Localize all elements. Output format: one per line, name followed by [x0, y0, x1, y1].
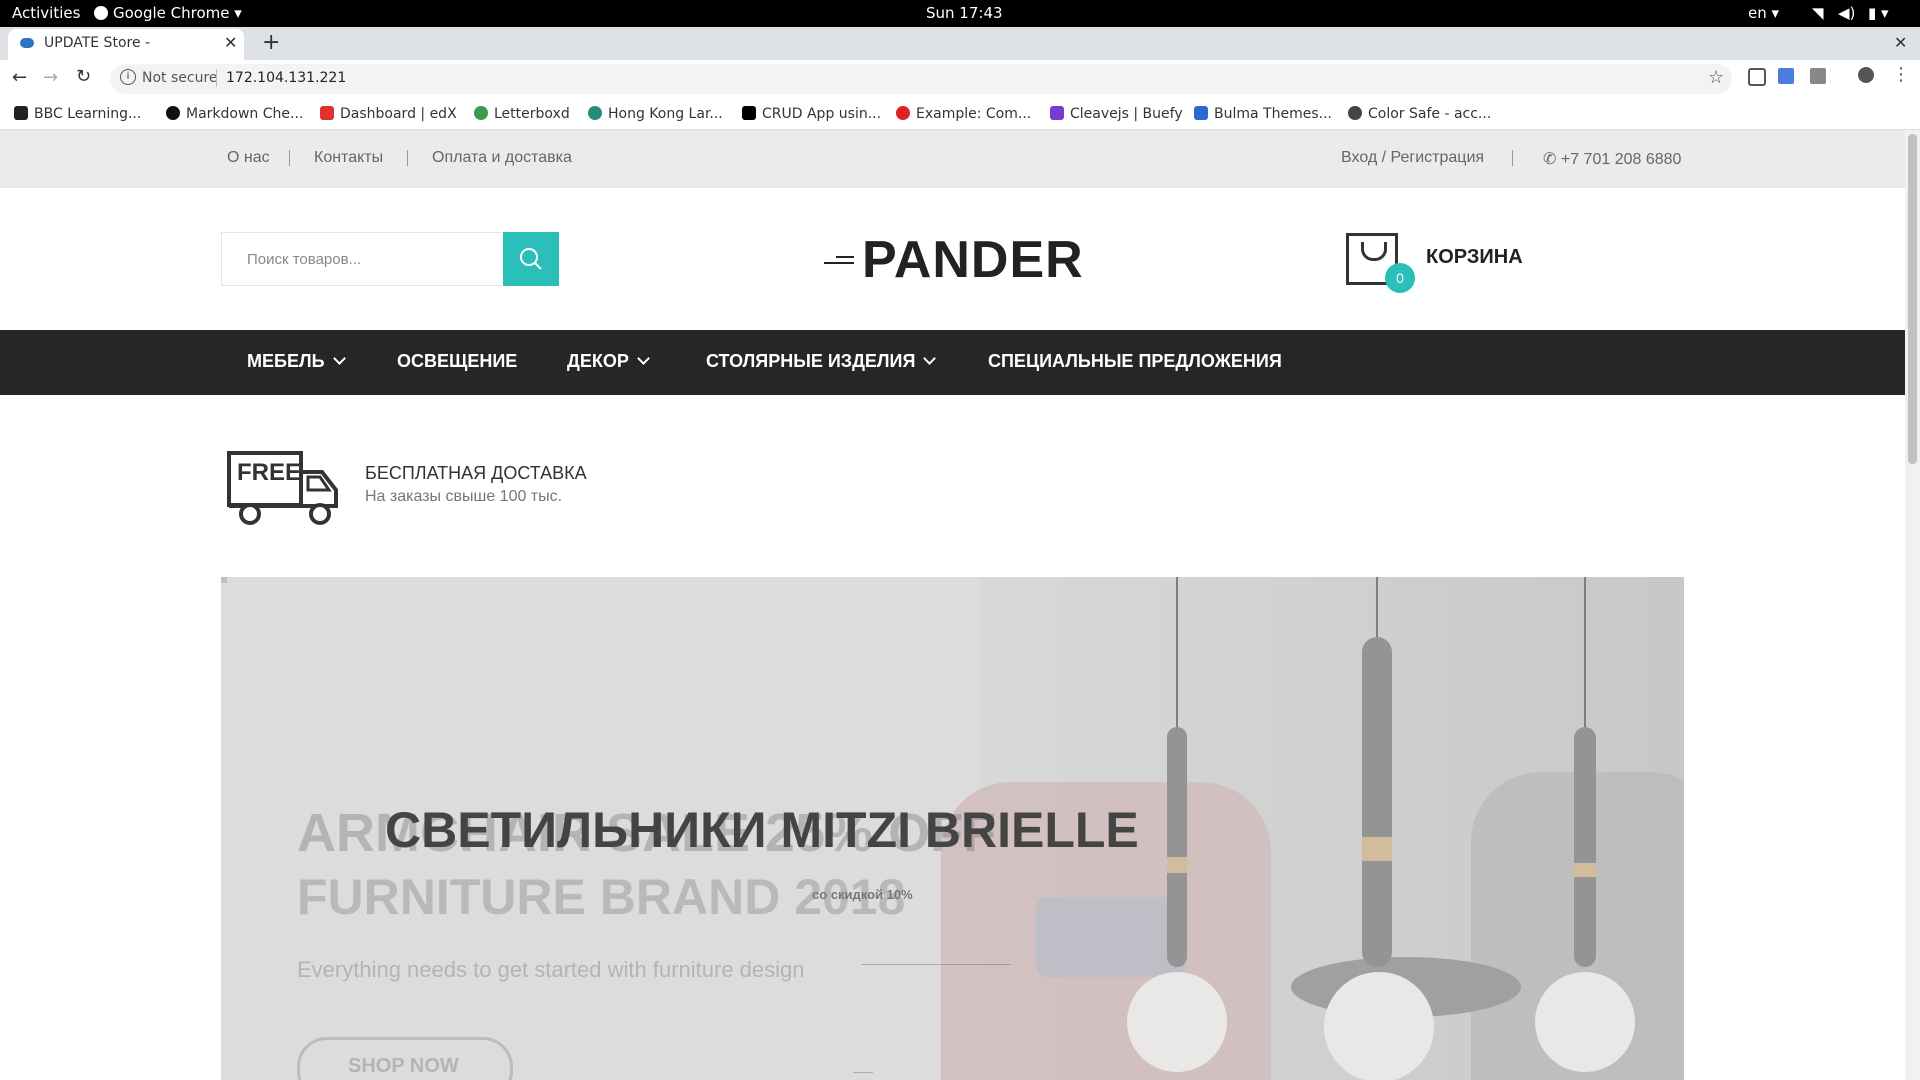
promo-subtitle: На заказы свыше 100 тыс. — [365, 488, 563, 505]
window-close-icon[interactable]: ✕ — [1894, 33, 1907, 52]
search-button[interactable] — [503, 232, 559, 286]
shop-now-label: SHOP NOW — [348, 1055, 459, 1077]
bbc-icon — [14, 106, 28, 120]
bookmarks-bar: BBC Learning... Markdown Che... Dashboar… — [0, 99, 1920, 130]
app-menu[interactable]: Google Chrome ▾ — [94, 4, 242, 22]
nav-item-joinery[interactable]: СТОЛЯРНЫЕ ИЗДЕЛИЯ — [706, 351, 937, 372]
chevron-down-icon — [923, 352, 937, 365]
bookmark-item[interactable]: Markdown Che... — [166, 106, 303, 122]
bookmark-item[interactable]: Dashboard | edX — [320, 106, 457, 122]
phone-icon: ✆ — [1543, 151, 1557, 168]
scrollbar-thumb[interactable] — [1908, 134, 1917, 464]
contacts-link[interactable]: Контакты — [314, 149, 383, 167]
cart-count-badge: 0 — [1385, 263, 1415, 293]
bookmark-item[interactable]: BBC Learning... — [14, 106, 141, 122]
site-favicon-icon — [20, 38, 34, 48]
tab-close-icon[interactable]: ✕ — [224, 33, 237, 52]
volume-icon[interactable]: ◀) — [1838, 4, 1855, 22]
chevron-down-icon — [636, 352, 650, 365]
bookmark-item[interactable]: Hong Kong Lar... — [588, 106, 723, 122]
chrome-icon — [94, 6, 108, 20]
hero-line — [861, 964, 1011, 965]
hero-line — [853, 1072, 873, 1073]
menu-icon[interactable]: ⋮ — [1892, 64, 1910, 85]
url-text[interactable]: 172.104.131.221 — [226, 70, 346, 86]
search-input[interactable]: Поиск товаров... — [221, 232, 502, 286]
payment-delivery-link[interactable]: Оплата и доставка — [432, 149, 572, 167]
login-register-link[interactable]: Вход / Регистрация — [1341, 149, 1484, 167]
omnibox-divider — [216, 69, 217, 87]
activities-button[interactable]: Activities — [12, 4, 80, 22]
bookmark-item[interactable]: CRUD App usin... — [742, 106, 881, 122]
new-tab-button[interactable]: + — [262, 30, 280, 55]
site-logo[interactable]: PANDER — [862, 230, 1084, 290]
hero-slider[interactable]: ARMCHAIR SALE 25% OFF FURNITURE BRAND 20… — [221, 577, 1684, 1080]
language-indicator[interactable]: en ▾ — [1748, 4, 1779, 22]
address-bar[interactable]: i Not secure 172.104.131.221 ☆ — [110, 64, 1732, 94]
hero-shop-now-button[interactable]: SHOP NOW — [297, 1037, 513, 1080]
cart-link[interactable]: КОРЗИНА — [1426, 246, 1523, 269]
bookmark-item[interactable]: Example: Com... — [896, 106, 1031, 122]
translate-icon[interactable] — [1778, 68, 1794, 84]
phone-link[interactable]: ✆ +7 701 208 6880 — [1543, 149, 1681, 169]
promo-title: БЕСПЛАТНАЯ ДОСТАВКА — [365, 463, 587, 483]
reload-icon[interactable]: ↻ — [76, 66, 91, 87]
logo-mark — [824, 262, 854, 264]
search-site-icon — [588, 106, 602, 120]
browser-tab[interactable]: UPDATE Store - ✕ — [8, 29, 244, 60]
separator — [289, 150, 290, 166]
free-badge: FREE — [237, 459, 302, 486]
search-placeholder: Поиск товаров... — [247, 251, 362, 268]
cart-handle — [1361, 242, 1387, 261]
extension-icon[interactable] — [1810, 68, 1826, 84]
buefy-icon — [1050, 106, 1064, 120]
bulma-icon — [1194, 106, 1208, 120]
hero-discount: со скидкой 10% — [812, 887, 913, 902]
info-icon[interactable]: i — [120, 69, 136, 85]
tab-title: UPDATE Store - — [44, 35, 151, 51]
example-icon — [896, 106, 910, 120]
page-viewport: О нас Контакты Оплата и доставка Вход / … — [0, 130, 1905, 1080]
hero-bg-subtitle: Everything needs to get started with fur… — [297, 957, 805, 982]
edx-icon — [320, 106, 334, 120]
bookmark-item[interactable]: Color Safe - acc... — [1348, 106, 1491, 122]
forward-icon[interactable]: → — [43, 67, 58, 88]
bookmark-item[interactable]: Letterboxd — [474, 106, 570, 122]
battery-icon[interactable]: ▮ ▾ — [1868, 4, 1889, 22]
about-link[interactable]: О нас — [227, 149, 270, 167]
not-secure-label: Not secure — [142, 70, 218, 86]
bookmark-item[interactable]: Cleavejs | Buefy — [1050, 106, 1183, 122]
nav-item-special-offers[interactable]: СПЕЦИАЛЬНЫЕ ПРЕДЛОЖЕНИЯ — [988, 351, 1282, 372]
utility-bar: О нас Контакты Оплата и доставка Вход / … — [0, 130, 1905, 188]
hero-title: СВЕТИЛЬНИКИ MITZI BRIELLE — [385, 802, 1139, 858]
pocket-icon[interactable] — [1748, 68, 1766, 86]
back-icon[interactable]: ← — [12, 67, 27, 88]
letterboxd-icon — [474, 106, 488, 120]
clock[interactable]: Sun 17:43 — [926, 4, 1003, 22]
tab-strip — [0, 27, 1920, 60]
colorsafe-icon — [1348, 106, 1362, 120]
logo-mark — [836, 256, 854, 258]
profile-icon[interactable] — [1858, 67, 1874, 83]
separator — [1512, 150, 1513, 166]
nav-item-furniture[interactable]: МЕБЕЛЬ — [247, 351, 346, 372]
wifi-icon[interactable]: ◥ — [1812, 4, 1824, 22]
system-top-bar: Activities Google Chrome ▾ Sun 17:43 en … — [0, 0, 1920, 27]
main-navigation: МЕБЕЛЬ ОСВЕЩЕНИЕ ДЕКОР СТОЛЯРНЫЕ ИЗДЕЛИЯ… — [0, 330, 1905, 395]
medium-icon — [742, 106, 756, 120]
separator — [407, 150, 408, 166]
bookmark-star-icon[interactable]: ☆ — [1708, 67, 1724, 88]
nav-item-decor[interactable]: ДЕКОР — [567, 351, 650, 372]
bookmark-item[interactable]: Bulma Themes... — [1194, 106, 1332, 122]
github-icon — [166, 106, 180, 120]
nav-item-lighting[interactable]: ОСВЕЩЕНИЕ — [397, 351, 517, 372]
search-icon — [520, 248, 542, 270]
chevron-down-icon — [332, 352, 346, 365]
